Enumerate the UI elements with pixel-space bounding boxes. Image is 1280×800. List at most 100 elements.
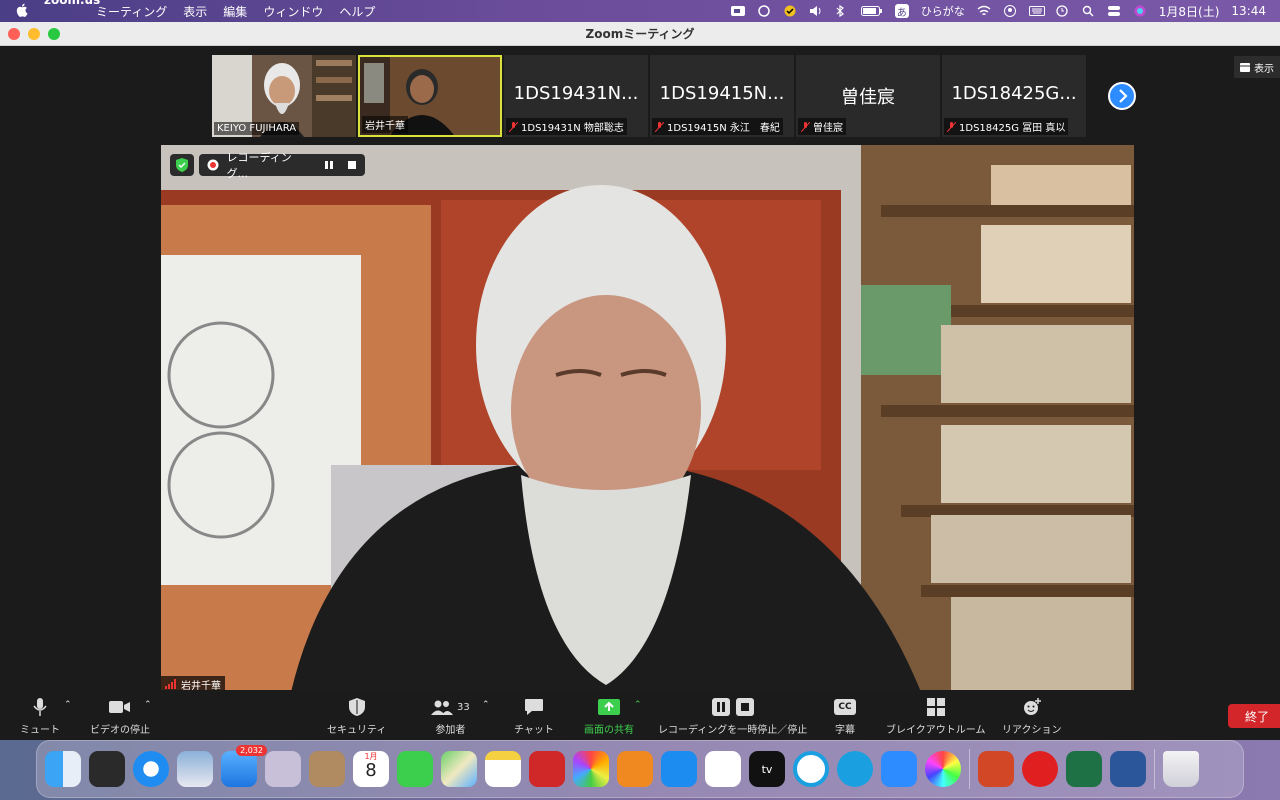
- powerpoint-icon[interactable]: [978, 751, 1014, 787]
- participant-tile[interactable]: KEIYO FUJIHARA: [212, 55, 356, 137]
- breakout-rooms-label: ブレイクアウトルーム: [886, 725, 986, 736]
- input-mode-label[interactable]: ひらがな: [921, 3, 965, 19]
- menu-meeting[interactable]: ミーティング: [96, 3, 167, 20]
- share-options-chevron-icon[interactable]: ⌃: [634, 700, 642, 710]
- grid-view-icon: [1240, 62, 1250, 72]
- mic-muted-icon: [509, 121, 518, 132]
- participant-count: 33: [457, 701, 470, 713]
- participant-name-text: 1DS18425G 冨田 真以: [959, 123, 1066, 134]
- bluetooth-icon[interactable]: [835, 4, 849, 18]
- mute-button[interactable]: ミュート: [20, 696, 60, 736]
- apple-icon[interactable]: [16, 3, 28, 20]
- stop-icon[interactable]: [347, 160, 357, 170]
- participant-display-name: 1DS19431N...: [513, 83, 639, 104]
- menu-edit[interactable]: 編集: [223, 3, 247, 20]
- preview-icon[interactable]: [177, 751, 213, 787]
- recording-control-button[interactable]: レコーディングを一時停止／停止: [658, 696, 807, 736]
- skype-business-icon[interactable]: [837, 751, 873, 787]
- input-mode-icon[interactable]: あ: [894, 4, 909, 19]
- contacts-icon[interactable]: [309, 751, 345, 787]
- trash-icon[interactable]: [1163, 751, 1199, 787]
- participant-tile[interactable]: 1DS19431N... 1DS19431N 物部聡志: [504, 55, 648, 137]
- stop-video-label: ビデオの停止: [90, 725, 150, 736]
- stop-video-button[interactable]: ビデオの停止: [90, 696, 150, 736]
- reactions-button[interactable]: リアクション: [1002, 696, 1062, 736]
- notes-icon[interactable]: [485, 751, 521, 787]
- prism-icon[interactable]: [925, 751, 961, 787]
- word-icon[interactable]: [1110, 751, 1146, 787]
- reminders-icon[interactable]: [705, 751, 741, 787]
- app-store-icon[interactable]: [661, 751, 697, 787]
- zoom-button[interactable]: [48, 28, 60, 40]
- participant-tile[interactable]: 1DS18425G... 1DS18425G 冨田 真以: [942, 55, 1086, 137]
- view-button[interactable]: 表示: [1234, 56, 1280, 78]
- next-page-button[interactable]: [1108, 82, 1136, 110]
- finder-icon[interactable]: [45, 751, 81, 787]
- maps-icon[interactable]: [441, 751, 477, 787]
- shield-icon: [348, 698, 365, 716]
- security-shield-icon[interactable]: [170, 154, 194, 176]
- recording-control-label: レコーディングを一時停止／停止: [658, 725, 808, 736]
- security-button[interactable]: セキュリティ: [327, 696, 386, 736]
- excel-icon[interactable]: [1066, 751, 1102, 787]
- menu-view[interactable]: 表示: [183, 3, 207, 20]
- menu-help[interactable]: ヘルプ: [339, 3, 375, 20]
- trend-micro-icon[interactable]: [1022, 751, 1058, 787]
- network-icon[interactable]: [757, 5, 771, 17]
- apple-tv-icon[interactable]: tv: [749, 751, 785, 787]
- battery-icon[interactable]: [860, 5, 883, 17]
- participant-display-name: 1DS18425G...: [951, 83, 1077, 104]
- participant-tile[interactable]: 1DS19415N... 1DS19415N 永江 春紀: [650, 55, 794, 137]
- control-center-icon[interactable]: [1107, 5, 1121, 17]
- participants-options-chevron-icon[interactable]: ⌃: [482, 700, 490, 710]
- share-screen-button[interactable]: 画面の共有: [584, 696, 634, 736]
- norton-icon[interactable]: [783, 5, 797, 17]
- breakout-rooms-button[interactable]: ブレイクアウトルーム: [886, 696, 986, 736]
- participant-tile[interactable]: 岩井千華: [358, 55, 502, 137]
- user-icon[interactable]: [1003, 5, 1017, 17]
- siri-icon[interactable]: [1133, 5, 1147, 17]
- time-machine-icon[interactable]: [1055, 5, 1069, 17]
- menu-window[interactable]: ウィンドウ: [263, 3, 323, 20]
- photo-booth-icon[interactable]: [529, 751, 565, 787]
- books-icon[interactable]: [617, 751, 653, 787]
- mic-muted-icon: [801, 121, 810, 132]
- end-meeting-button[interactable]: 終了: [1228, 704, 1280, 728]
- participants-icon: [431, 700, 453, 715]
- zoom-status-icon[interactable]: [730, 5, 745, 17]
- photos-icon[interactable]: [573, 751, 609, 787]
- captions-icon: CC: [834, 699, 856, 715]
- calendar-icon[interactable]: 1月 8: [353, 751, 389, 787]
- captions-button[interactable]: CC 字幕: [834, 696, 856, 736]
- emoji-plus-icon: [1023, 698, 1041, 715]
- mail-icon[interactable]: 2,032: [221, 745, 267, 787]
- mission-control-icon[interactable]: [89, 751, 125, 787]
- participant-name-text: 曽佳宸: [813, 123, 843, 134]
- zoom-icon[interactable]: [881, 751, 917, 787]
- menu-time[interactable]: 13:44: [1231, 4, 1266, 18]
- reactions-label: リアクション: [1002, 725, 1062, 736]
- skype-icon[interactable]: [793, 751, 829, 787]
- volume-icon[interactable]: [809, 5, 823, 17]
- video-options-chevron-icon[interactable]: ⌃: [144, 700, 152, 710]
- chat-button[interactable]: チャット: [514, 696, 554, 736]
- participant-name: 1DS19415N 永江 春紀: [652, 118, 783, 135]
- recording-label: レコーディング...: [226, 151, 292, 180]
- menu-date[interactable]: 1月8日(土): [1159, 3, 1220, 20]
- search-icon[interactable]: [1081, 5, 1095, 17]
- participants-button[interactable]: 33 参加者: [431, 696, 470, 736]
- participant-tile[interactable]: 曽佳宸 曽佳宸: [796, 55, 940, 137]
- mic-muted-icon: [655, 121, 664, 132]
- messages-icon[interactable]: [397, 751, 433, 787]
- zoom-window: Zoomミーティング KEIYO FUJIHARA 岩井千華 1DS19431N…: [0, 22, 1280, 740]
- pause-icon[interactable]: [324, 160, 334, 170]
- breakout-rooms-icon: [926, 698, 945, 716]
- mute-options-chevron-icon[interactable]: ⌃: [64, 700, 72, 710]
- close-button[interactable]: [8, 28, 20, 40]
- safari-icon[interactable]: [133, 751, 169, 787]
- keyboard-icon[interactable]: [1028, 5, 1045, 17]
- minimize-button[interactable]: [28, 28, 40, 40]
- wifi-icon[interactable]: [977, 5, 991, 17]
- participant-name: 1DS19431N 物部聡志: [506, 118, 627, 135]
- launchpad-icon[interactable]: [265, 751, 301, 787]
